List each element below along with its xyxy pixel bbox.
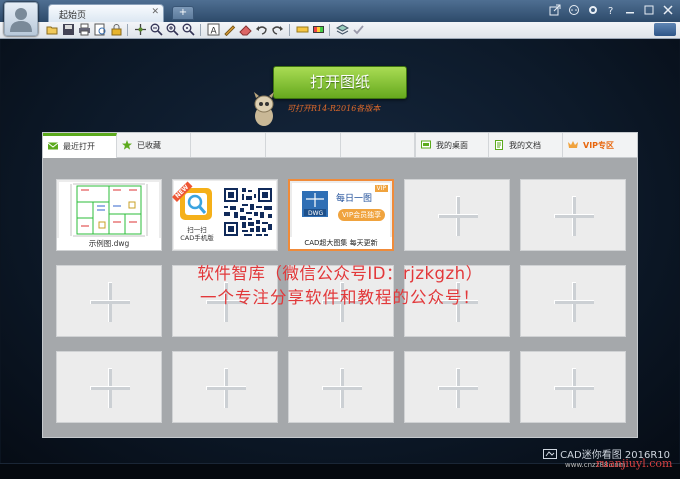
watermark-line-1: 软件智库（微信公众号ID：rjzkgzh） bbox=[197, 264, 483, 283]
open-file-icon[interactable] bbox=[46, 23, 59, 36]
new-tab-button[interactable]: + bbox=[172, 6, 194, 20]
tab-empty-3 bbox=[341, 133, 415, 157]
cad-viewer-logo-icon bbox=[543, 449, 558, 459]
title-bar: 起始页 ✕ + ? bbox=[0, 0, 680, 36]
mascot-icon bbox=[254, 92, 274, 126]
vip-exclusive-badge: VIP会员独享 bbox=[338, 209, 386, 221]
tab-start-page[interactable]: 起始页 ✕ bbox=[48, 4, 164, 22]
tab-my-documents-label: 我的文档 bbox=[509, 141, 541, 150]
version-note: 可打开R14-R2016各版本 bbox=[287, 104, 381, 113]
scan-instructions: 扫一扫 CAD手机版 bbox=[174, 226, 220, 242]
empty-slot-tile[interactable] bbox=[404, 179, 510, 251]
zoom-out-icon[interactable] bbox=[182, 23, 195, 36]
star-icon bbox=[122, 140, 132, 150]
envelope-icon bbox=[48, 141, 58, 151]
close-tab-icon[interactable]: ✕ bbox=[151, 7, 159, 17]
site-watermark-large: ruanjiuyl.com bbox=[596, 457, 673, 470]
zoom-window-icon[interactable] bbox=[150, 23, 163, 36]
add-icon bbox=[322, 368, 362, 408]
tab-start-page-label: 起始页 bbox=[59, 11, 87, 21]
qr-code-icon bbox=[222, 186, 274, 238]
mobile-version-label: CAD手机版 bbox=[180, 234, 214, 242]
lock-icon[interactable] bbox=[110, 23, 123, 36]
vip-icon bbox=[568, 140, 578, 150]
add-icon bbox=[90, 368, 130, 408]
eraser-icon[interactable] bbox=[239, 23, 252, 36]
recent-file-tile[interactable]: 示例图.dwg bbox=[56, 179, 162, 251]
add-icon bbox=[554, 368, 594, 408]
svg-text:A: A bbox=[211, 27, 218, 37]
tile-caption: CAD超大图集 每天更新 bbox=[290, 237, 392, 249]
close-icon[interactable] bbox=[662, 4, 674, 16]
maximize-icon[interactable] bbox=[643, 4, 655, 16]
undo-icon[interactable] bbox=[255, 23, 268, 36]
tab-vip[interactable]: VIP专区 bbox=[563, 133, 637, 157]
daily-drawing-promo: DWG 每日一图 VIP会员独享 VIP bbox=[292, 183, 390, 237]
add-icon bbox=[438, 368, 478, 408]
pencil-icon[interactable] bbox=[223, 23, 236, 36]
tab-favorites-label: 已收藏 bbox=[137, 141, 161, 150]
pan-icon[interactable] bbox=[134, 23, 147, 36]
panel-tabs: 最近打开 已收藏 我的桌面 我的文档 VIP专区 bbox=[43, 133, 637, 158]
tile-caption: 示例图.dwg bbox=[57, 238, 161, 250]
tab-my-desktop[interactable]: 我的桌面 bbox=[415, 133, 489, 157]
daily-drawing-tile[interactable]: DWG 每日一图 VIP会员独享 VIP CAD超大图集 每天更新 bbox=[288, 179, 394, 251]
save-icon[interactable] bbox=[62, 23, 75, 36]
watermark-overlay: 软件智库（微信公众号ID：rjzkgzh） 一个专注分享软件和教程的公众号！ bbox=[0, 262, 680, 310]
add-icon bbox=[438, 196, 478, 236]
tab-empty-2 bbox=[266, 133, 341, 157]
floor-plan-icon bbox=[70, 183, 148, 237]
tab-recent-label: 最近打开 bbox=[63, 142, 95, 151]
print-icon[interactable] bbox=[78, 23, 91, 36]
chat-icon[interactable] bbox=[568, 4, 580, 16]
tab-vip-label: VIP专区 bbox=[583, 141, 615, 150]
open-drawing-button[interactable]: 打开图纸 bbox=[273, 66, 407, 99]
add-icon bbox=[206, 368, 246, 408]
zoom-in-icon[interactable] bbox=[166, 23, 179, 36]
scan-label: 扫一扫 bbox=[187, 226, 207, 234]
toolbar: A bbox=[0, 22, 680, 39]
tab-recent[interactable]: 最近打开 bbox=[43, 133, 117, 158]
tab-favorites[interactable]: 已收藏 bbox=[117, 133, 191, 157]
daily-drawing-title: 每日一图 bbox=[336, 194, 373, 204]
add-icon bbox=[554, 196, 594, 236]
layer-icon[interactable] bbox=[296, 23, 309, 36]
vip-corner-badge: VIP bbox=[374, 185, 388, 192]
redo-icon[interactable] bbox=[271, 23, 284, 36]
dwg-file-icon: DWG bbox=[302, 191, 328, 217]
tab-empty-1 bbox=[191, 133, 266, 157]
mobile-app-tile[interactable]: NEW 扫一扫 CAD手机版 bbox=[172, 179, 278, 251]
empty-slot-tile[interactable] bbox=[520, 179, 626, 251]
window-controls: ? bbox=[545, 4, 674, 18]
empty-slot-tile[interactable] bbox=[172, 351, 278, 423]
tab-my-documents[interactable]: 我的文档 bbox=[489, 133, 563, 157]
drawing-thumbnail bbox=[59, 182, 159, 238]
print-preview-icon[interactable] bbox=[94, 23, 107, 36]
minimize-icon[interactable] bbox=[624, 4, 636, 16]
user-icon bbox=[10, 8, 32, 32]
check-icon[interactable] bbox=[352, 23, 365, 36]
settings-icon[interactable] bbox=[587, 4, 599, 16]
svg-text:?: ? bbox=[608, 6, 613, 16]
share-icon[interactable] bbox=[549, 4, 561, 16]
empty-slot-tile[interactable] bbox=[56, 351, 162, 423]
fullscreen-toggle-icon[interactable] bbox=[654, 23, 676, 36]
user-avatar[interactable] bbox=[4, 2, 38, 36]
dwg-logo-text: DWG bbox=[308, 210, 324, 217]
stack-icon[interactable] bbox=[336, 23, 349, 36]
text-icon[interactable]: A bbox=[207, 23, 220, 36]
measure-icon[interactable] bbox=[312, 23, 325, 36]
watermark-line-2: 一个专注分享软件和教程的公众号！ bbox=[200, 288, 480, 307]
empty-slot-tile[interactable] bbox=[520, 351, 626, 423]
help-icon[interactable]: ? bbox=[605, 4, 617, 16]
empty-slot-tile[interactable] bbox=[404, 351, 510, 423]
empty-slot-tile[interactable] bbox=[288, 351, 394, 423]
document-icon bbox=[494, 140, 504, 150]
mobile-app-promo: NEW 扫一扫 CAD手机版 bbox=[172, 181, 276, 249]
tab-my-desktop-label: 我的桌面 bbox=[436, 141, 468, 150]
desktop-icon bbox=[421, 140, 431, 150]
